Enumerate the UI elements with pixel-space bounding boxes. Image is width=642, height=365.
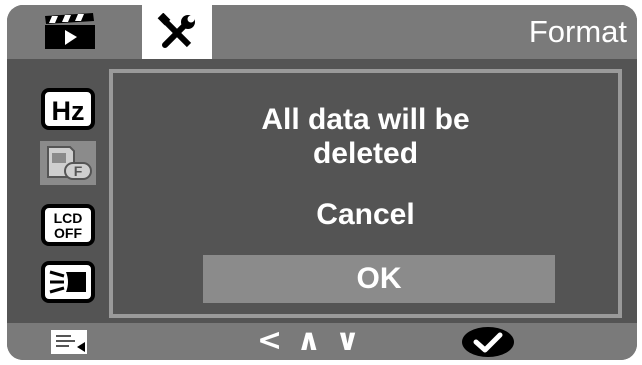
menu-icon[interactable]	[49, 328, 89, 360]
lcd-label: LCD	[54, 210, 83, 226]
bottom-bar: < ∧ ∨	[7, 323, 637, 360]
hz-label: Hz	[52, 96, 85, 126]
tab-settings[interactable]	[142, 5, 212, 59]
headlight-icon[interactable]	[40, 260, 96, 304]
lcd-off-icon[interactable]: LCD OFF	[40, 203, 96, 247]
tools-icon	[157, 13, 195, 48]
camera-screen: Format Hz F LCD OFF All data will be del…	[7, 5, 637, 360]
navigation-icon: < ∧ ∨	[257, 323, 362, 358]
dialog-message-line2: deleted	[312, 137, 419, 170]
video-icon[interactable]	[43, 13, 101, 51]
cancel-button[interactable]: Cancel	[113, 198, 618, 232]
off-label: OFF	[54, 225, 82, 241]
format-card-icon[interactable]: F	[40, 141, 96, 185]
format-card-label: F	[74, 163, 83, 179]
page-title: Format	[528, 14, 627, 49]
top-bar: Format	[7, 5, 637, 59]
confirm-icon[interactable]	[460, 326, 516, 360]
dialog-message-line1: All data will be	[261, 103, 470, 136]
format-dialog: All data will be deleted Cancel OK	[109, 69, 622, 318]
ok-button[interactable]: OK	[203, 255, 555, 303]
hz-icon[interactable]: Hz	[40, 87, 96, 131]
